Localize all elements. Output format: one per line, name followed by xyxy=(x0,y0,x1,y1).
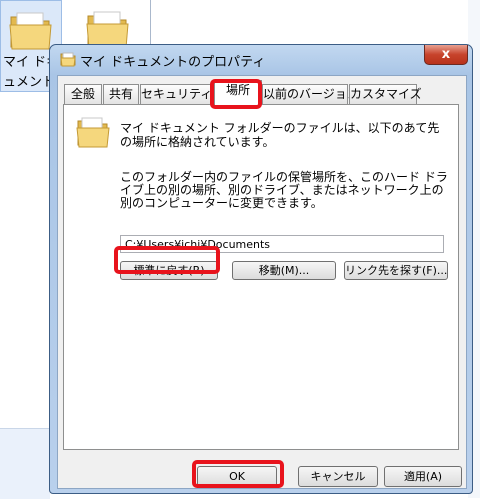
explorer-left-bottom xyxy=(0,428,50,499)
tab-general[interactable]: 全般 xyxy=(64,84,102,104)
change-location-hint: このフォルダー内のファイルの保管場所を、このハード ドライブ上の別の場所、別のド… xyxy=(120,170,448,210)
move-button[interactable]: 移動(M)... xyxy=(232,261,336,280)
folder-icon xyxy=(60,52,76,67)
folder-icon xyxy=(9,12,52,50)
location-description: マイ ドキュメント フォルダーのファイルは、以下のあて先の場所に格納されています… xyxy=(120,121,440,149)
explorer-background xyxy=(0,0,480,44)
path-field[interactable] xyxy=(120,235,444,253)
properties-dialog: マイ ドキュメントのプロパティ x 全般 共有 セキュリティ 場所 以前のバージ… xyxy=(49,44,473,494)
tab-customize[interactable]: カスタマイズ xyxy=(349,84,422,104)
title-bar[interactable]: マイ ドキュメントのプロパティ x xyxy=(50,45,472,73)
tab-security[interactable]: セキュリティ xyxy=(140,84,212,104)
dialog-title: マイ ドキュメントのプロパティ xyxy=(80,55,266,70)
pane-divider xyxy=(150,0,151,44)
find-target-button[interactable]: リンク先を探す(F)... xyxy=(344,261,448,280)
folder-icon xyxy=(76,117,110,148)
location-tab-panel: マイ ドキュメント フォルダーのファイルは、以下のあて先の場所に格納されています… xyxy=(63,104,459,450)
apply-button[interactable]: 適用(A) xyxy=(384,466,462,487)
restore-default-button[interactable]: 標準に戻す(R) xyxy=(120,261,218,280)
ok-button[interactable]: OK xyxy=(197,466,277,487)
close-button[interactable]: x xyxy=(424,45,468,65)
tab-sharing[interactable]: 共有 xyxy=(103,84,139,104)
dialog-client-area: 全般 共有 セキュリティ 場所 以前のバージョン カスタマイズ マイ ドキュメン… xyxy=(57,75,467,489)
cancel-button[interactable]: キャンセル xyxy=(298,466,378,487)
close-icon: x xyxy=(441,47,451,62)
tab-previous-versions[interactable]: 以前のバージョン xyxy=(262,84,359,104)
tab-location[interactable]: 場所 xyxy=(214,80,262,105)
